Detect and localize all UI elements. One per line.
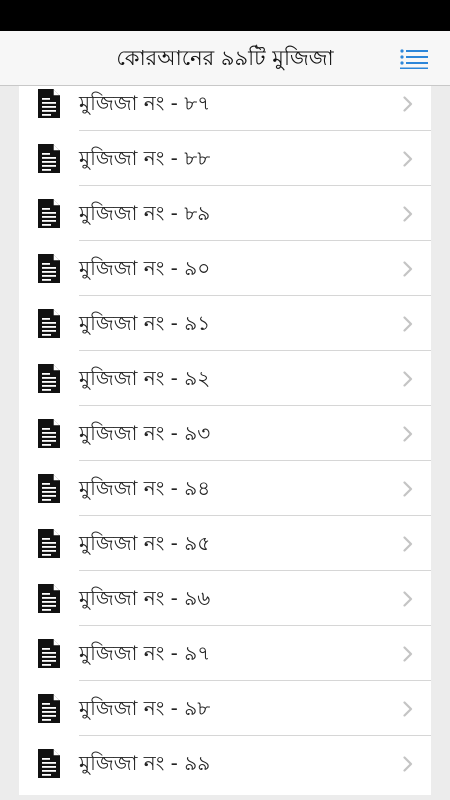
chevron-right-icon [403,371,413,387]
list-item[interactable]: মুজিজা নং - ৮৮ [19,131,431,186]
list-item-label: মুজিজা নং - ৯৬ [79,586,211,610]
chevron-right-icon [403,756,413,772]
mujiza-list-container[interactable]: মুজিজা নং - ৮৭ মুজিজা নং - ৮৮ মুজিজা নং - … [19,86,431,795]
document-icon [37,418,61,449]
list-item[interactable]: মুজিজা নং - ৯২ [19,351,431,406]
list-item[interactable]: মুজিজা নং - ৯৬ [19,571,431,626]
list-item-label: মুজিজা নং - ৯৯ [79,751,211,775]
list-item-label: মুজিজা নং - ৯৪ [79,476,211,500]
document-icon [37,473,61,504]
list-item-label: মুজিজা নং - ৮৯ [79,201,211,225]
list-item-label: মুজিজা নং - ৯২ [79,366,211,390]
list-item[interactable]: মুজিজা নং - ৯১ [19,296,431,351]
document-icon [37,638,61,669]
chevron-right-icon [403,96,413,112]
list-item-label: মুজিজা নং - ৯১ [79,311,211,335]
list-item-label: মুজিজা নং - ৯৮ [79,696,211,720]
document-icon [37,143,61,174]
page-title: কোরআনের ৯৯টি মুজিজা [116,46,334,70]
list-item-label: মুজিজা নং - ৮৮ [79,146,211,170]
list-item[interactable]: মুজিজা নং - ৯৪ [19,461,431,516]
mujiza-list: মুজিজা নং - ৮৭ মুজিজা নং - ৮৮ মুজিজা নং - … [19,86,431,791]
list-item-label: মুজিজা নং - ৯৩ [79,421,211,445]
chevron-right-icon [403,151,413,167]
chevron-right-icon [403,206,413,222]
chevron-right-icon [403,591,413,607]
document-icon [37,253,61,284]
list-item[interactable]: মুজিজা নং - ৮৯ [19,186,431,241]
document-icon [37,308,61,339]
status-bar [0,0,450,31]
chevron-right-icon [403,316,413,332]
list-item[interactable]: মুজিজা নং - ৯৮ [19,681,431,736]
document-icon [37,528,61,559]
document-icon [37,198,61,229]
chevron-right-icon [403,646,413,662]
chevron-right-icon [403,536,413,552]
document-icon [37,363,61,394]
navigation-bar: কোরআনের ৯৯টি মুজিজা [0,31,450,86]
document-icon [37,583,61,614]
chevron-right-icon [403,261,413,277]
document-icon [37,693,61,724]
list-item-label: মুজিজা নং - ৯৭ [79,641,211,665]
document-icon [37,748,61,779]
menu-button[interactable] [400,49,428,69]
list-item[interactable]: মুজিজা নং - ৯০ [19,241,431,296]
list-item[interactable]: মুজিজা নং - ৯৩ [19,406,431,461]
list-item[interactable]: মুজিজা নং - ৯৫ [19,516,431,571]
chevron-right-icon [403,426,413,442]
list-item[interactable]: মুজিজা নং - ৯৭ [19,626,431,681]
document-icon [37,88,61,119]
list-item[interactable]: মুজিজা নং - ৮৭ [19,86,431,131]
list-item-label: মুজিজা নং - ৯০ [79,256,211,280]
chevron-right-icon [403,481,413,497]
list-menu-icon [400,49,428,69]
list-item[interactable]: মুজিজা নং - ৯৯ [19,736,431,791]
chevron-right-icon [403,701,413,717]
list-item-label: মুজিজা নং - ৯৫ [79,531,211,555]
list-item-label: মুজিজা নং - ৮৭ [79,91,211,115]
